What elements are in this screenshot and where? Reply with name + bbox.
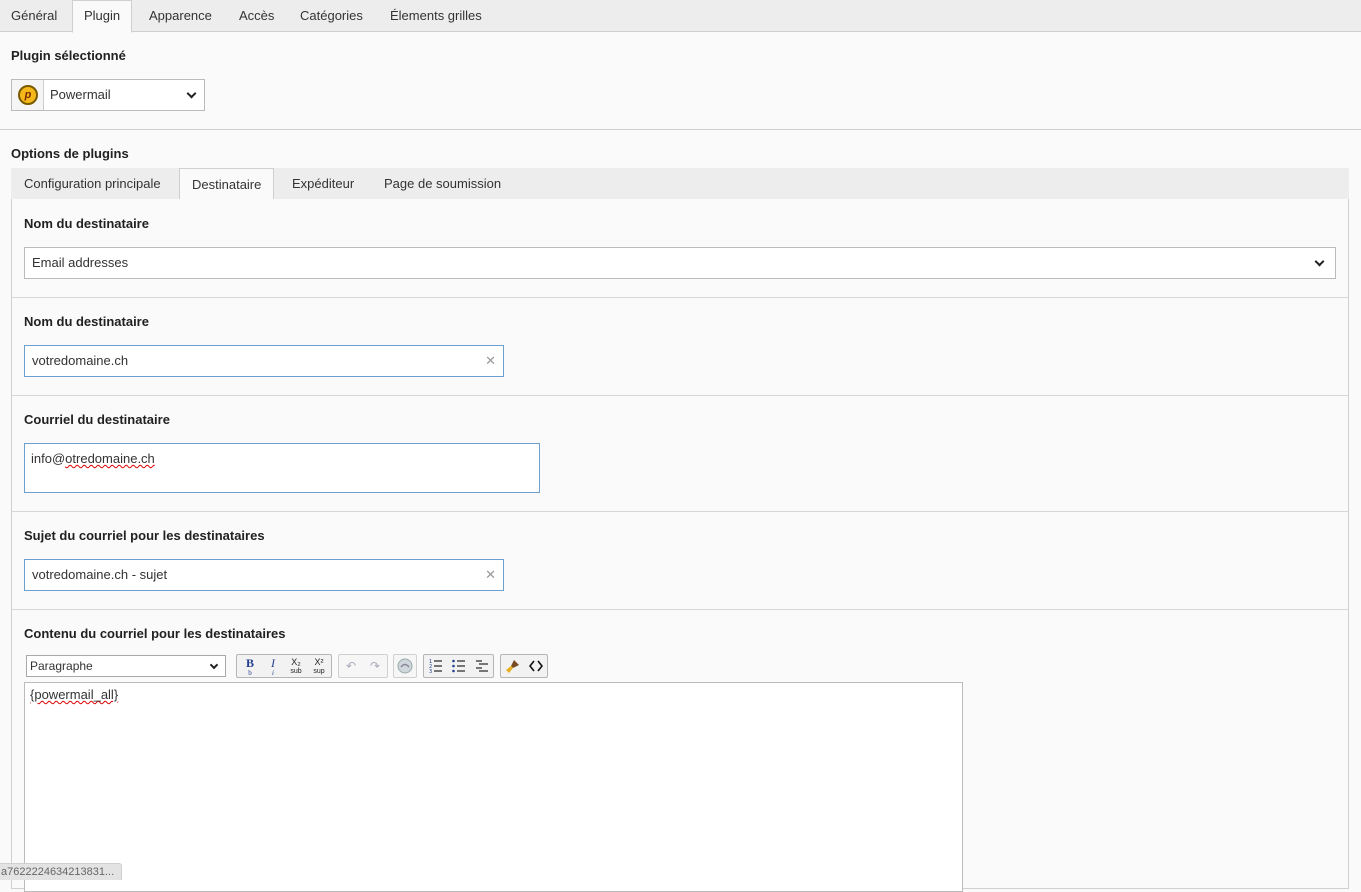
- rte-content: {powermail_all}: [30, 687, 119, 702]
- tab-elements-grilles[interactable]: Élements grilles: [379, 0, 493, 32]
- row-divider: [12, 395, 1348, 396]
- top-tab-bar: Général Plugin Apparence Accès Catégorie…: [0, 0, 1361, 33]
- row-divider: [12, 511, 1348, 512]
- definition-list-icon[interactable]: [471, 656, 493, 676]
- recipient-type-select[interactable]: Email addresses: [24, 247, 1336, 279]
- recipient-name-value: votredomaine.ch: [32, 353, 129, 368]
- recipient-type-label: Nom du destinataire: [24, 216, 149, 231]
- link-icon[interactable]: [394, 656, 416, 676]
- recipient-email-label: Courriel du destinataire: [24, 412, 170, 427]
- rte-list-group: 123: [423, 654, 494, 678]
- plugin-selected-heading: Plugin sélectionné: [11, 48, 126, 63]
- plugin-select[interactable]: p Powermail: [11, 79, 205, 111]
- undo-button[interactable]: ↶: [340, 656, 362, 676]
- source-code-icon[interactable]: [525, 656, 547, 676]
- tab-apparence[interactable]: Apparence: [138, 0, 223, 32]
- tab-acces[interactable]: Accès: [228, 0, 285, 32]
- recipient-email-textarea[interactable]: info@otredomaine.ch: [24, 443, 540, 493]
- browser-status-bar: a7622224634213831...: [0, 863, 122, 880]
- recipient-type-value: Email addresses: [32, 255, 129, 270]
- tab-expediteur[interactable]: Expéditeur: [280, 168, 366, 200]
- ordered-list-icon[interactable]: 123: [425, 656, 447, 676]
- recipient-name-input[interactable]: votredomaine.ch ✕: [24, 345, 504, 377]
- clear-icon[interactable]: ✕: [485, 346, 496, 376]
- rte-editor[interactable]: {powermail_all}: [24, 682, 963, 892]
- section-divider: [0, 129, 1361, 130]
- tab-configuration-principale[interactable]: Configuration principale: [12, 168, 173, 200]
- rte-link-group: [393, 654, 417, 678]
- subject-input[interactable]: votredomaine.ch - sujet ✕: [24, 559, 504, 591]
- italic-button[interactable]: Ii: [262, 656, 284, 677]
- plugin-options-heading: Options de plugins: [11, 146, 129, 161]
- tab-categories[interactable]: Catégories: [289, 0, 374, 32]
- superscript-button[interactable]: X² sup: [308, 656, 330, 676]
- subject-label: Sujet du courriel pour les destinataires: [24, 528, 265, 543]
- plugin-icon-box: p: [12, 80, 44, 110]
- subscript-button[interactable]: X₂ sub: [285, 656, 307, 676]
- chevron-down-icon: [209, 660, 219, 670]
- body-label: Contenu du courriel pour les destinatair…: [24, 626, 286, 641]
- powermail-logo-icon: p: [18, 85, 38, 105]
- chevron-down-icon: [1314, 256, 1325, 267]
- plugin-options-tab-bar: Configuration principale Destinataire Ex…: [11, 168, 1349, 201]
- recipient-name-label: Nom du destinataire: [24, 314, 149, 329]
- tab-general[interactable]: Général: [0, 0, 68, 32]
- tab-plugin[interactable]: Plugin: [72, 0, 133, 33]
- tab-destinataire[interactable]: Destinataire: [179, 168, 275, 201]
- chevron-down-icon: [186, 88, 197, 99]
- rte-history-group: ↶ ↷: [338, 654, 388, 678]
- clean-format-icon[interactable]: [502, 656, 524, 676]
- tab-page-de-soumission[interactable]: Page de soumission: [372, 168, 513, 200]
- plugin-select-value: Powermail: [50, 87, 111, 102]
- clear-icon[interactable]: ✕: [485, 560, 496, 590]
- redo-button[interactable]: ↷: [364, 656, 386, 676]
- unordered-list-icon[interactable]: [448, 656, 470, 676]
- recipient-email-domain: otredomaine.ch: [65, 451, 155, 466]
- subject-value: votredomaine.ch - sujet: [32, 567, 168, 582]
- row-divider: [12, 297, 1348, 298]
- recipient-email-prefix: info@: [31, 451, 66, 466]
- rte-tools-group: [500, 654, 548, 678]
- bold-button[interactable]: Bb: [239, 656, 261, 677]
- row-divider: [12, 609, 1348, 610]
- rte-format-select[interactable]: Paragraphe: [26, 655, 226, 677]
- rte-format-group: Bb Ii X₂ sub X² sup: [236, 654, 332, 678]
- svg-text:3: 3: [429, 669, 432, 673]
- rte-format-value: Paragraphe: [30, 659, 93, 673]
